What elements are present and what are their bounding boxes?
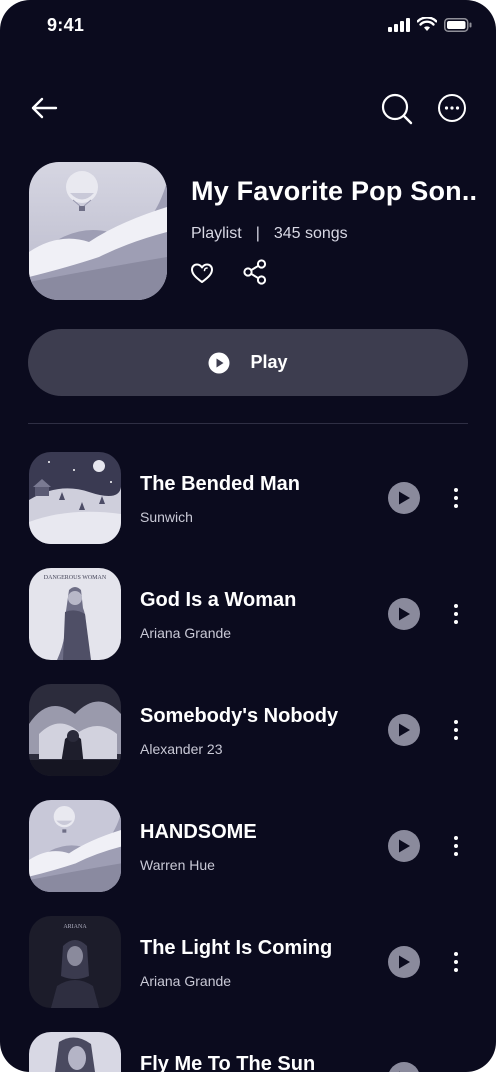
play-icon	[399, 607, 410, 621]
play-circle-icon	[208, 352, 230, 373]
track-cover-art: DANGEROUS WOMAN	[29, 568, 121, 660]
playlist-meta: Playlist | 345 songs	[191, 225, 348, 243]
search-icon	[381, 93, 413, 125]
dark-portrait-artwork: ARIANA	[29, 916, 121, 1008]
playlist-cover-art	[29, 162, 167, 300]
portrait-artwork: DANGEROUS WOMAN	[29, 568, 121, 660]
track-row[interactable]: Somebody's Nobody Alexander 23	[0, 684, 496, 776]
track-more-button[interactable]	[448, 602, 464, 626]
share-button[interactable]	[242, 259, 268, 285]
share-icon	[243, 259, 267, 285]
track-title: HANDSOME	[140, 821, 257, 843]
track-artist: Warren Hue	[140, 857, 215, 873]
track-title: The Light Is Coming	[140, 937, 333, 959]
like-button[interactable]	[190, 261, 214, 285]
track-more-button[interactable]	[448, 486, 464, 510]
balloon-landscape-artwork	[29, 162, 167, 300]
vertical-dots-icon	[454, 604, 458, 608]
track-cover-art: ARIANA	[29, 916, 121, 1008]
play-button-label: Play	[250, 352, 288, 372]
vertical-dots-icon	[454, 952, 458, 956]
track-play-button[interactable]	[388, 482, 420, 514]
track-artist: Sunwich	[140, 509, 193, 525]
track-cover-art	[29, 800, 121, 892]
track-row[interactable]: Fly Me To The Sun	[0, 1032, 496, 1072]
meta-separator: |	[255, 225, 260, 242]
playlist-type: Playlist	[191, 225, 242, 242]
track-artist: Ariana Grande	[140, 973, 232, 989]
more-options-button[interactable]	[436, 92, 468, 124]
track-row[interactable]: DANGEROUS WOMAN God Is a Woman Ariana Gr…	[0, 568, 496, 660]
top-bar	[0, 86, 496, 130]
vertical-dots-icon	[454, 836, 458, 840]
play-icon	[399, 839, 410, 853]
track-cover-art	[29, 1032, 121, 1072]
balloon-landscape-artwork	[29, 800, 121, 892]
track-more-button[interactable]	[448, 950, 464, 974]
search-button[interactable]	[380, 92, 414, 126]
more-options-icon	[438, 94, 466, 122]
track-play-button[interactable]	[388, 1062, 420, 1072]
cellular-signal-icon	[388, 17, 410, 32]
track-more-button[interactable]	[448, 834, 464, 858]
track-row[interactable]: The Bended Man Sunwich	[0, 452, 496, 544]
track-row[interactable]: HANDSOME Warren Hue	[0, 800, 496, 892]
track-cover-art	[29, 684, 121, 776]
track-title: The Bended Man	[140, 473, 301, 495]
play-icon	[399, 491, 410, 505]
track-title: Fly Me To The Sun	[140, 1053, 316, 1072]
phone-screen: 9:41 My Favorite Pop Son.. Playlist | 34…	[0, 0, 496, 1072]
track-title: Somebody's Nobody	[140, 705, 339, 727]
playlist-title: My Favorite Pop Son..	[191, 176, 478, 206]
divider	[28, 423, 468, 424]
wifi-icon	[417, 17, 437, 31]
play-icon	[399, 723, 410, 737]
back-arrow-icon	[31, 97, 58, 119]
status-bar: 9:41	[0, 0, 496, 52]
status-time: 9:41	[47, 15, 85, 35]
track-row[interactable]: ARIANA The Light Is Coming Ariana Grande	[0, 916, 496, 1008]
track-artist: Ariana Grande	[140, 625, 232, 641]
play-icon	[399, 955, 410, 969]
track-play-button[interactable]	[388, 830, 420, 862]
vertical-dots-icon	[454, 488, 458, 492]
cover-text: DANGEROUS WOMAN	[44, 575, 107, 581]
track-artist: Alexander 23	[140, 741, 223, 757]
smoke-figure-artwork	[29, 684, 121, 776]
track-more-button[interactable]	[448, 718, 464, 742]
track-play-button[interactable]	[388, 714, 420, 746]
snowy-village-artwork	[29, 452, 121, 544]
sketch-portrait-artwork	[29, 1032, 121, 1072]
track-cover-art	[29, 452, 121, 544]
battery-icon	[444, 17, 472, 32]
play-all-button[interactable]: Play	[28, 329, 468, 396]
cover-text: ARIANA	[63, 924, 87, 930]
vertical-dots-icon	[454, 720, 458, 724]
track-play-button[interactable]	[388, 598, 420, 630]
track-play-button[interactable]	[388, 946, 420, 978]
status-icons	[388, 17, 472, 32]
back-button[interactable]	[28, 92, 60, 124]
heart-icon	[191, 263, 213, 283]
track-title: God Is a Woman	[140, 589, 297, 611]
playlist-song-count: 345 songs	[273, 225, 348, 242]
